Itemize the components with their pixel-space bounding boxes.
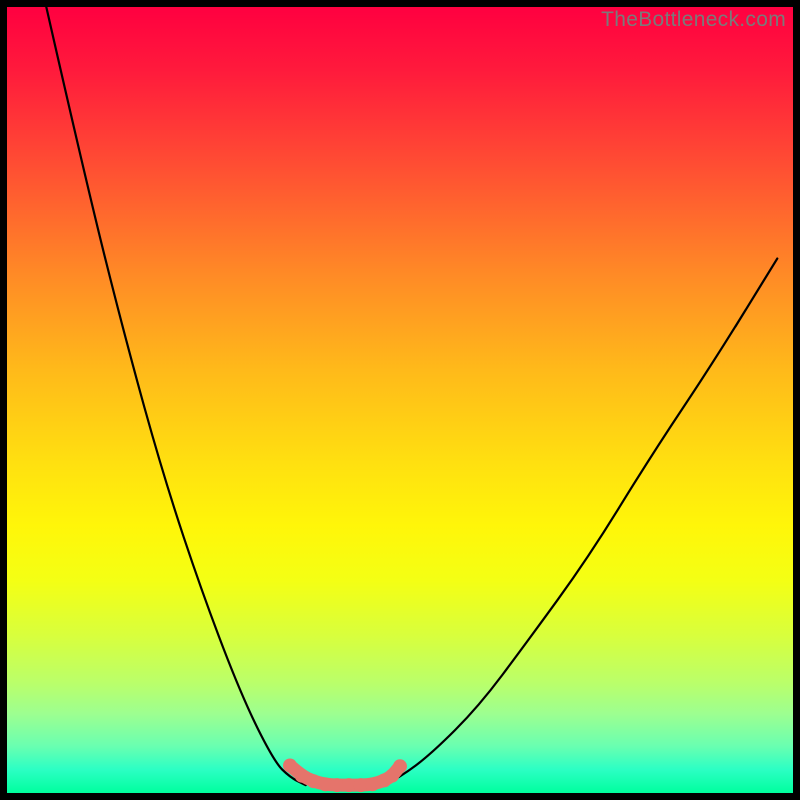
chart-frame: TheBottleneck.com [0,0,800,800]
bottom-marker-dots [283,758,407,792]
watermark-text: TheBottleneck.com [601,8,786,32]
marker-dot [307,774,321,788]
marker-dot [283,758,297,772]
series-group [46,7,777,792]
left-curve-path [46,7,305,785]
chart-svg [0,0,800,800]
marker-dot [393,759,407,773]
right-curve-path [384,259,777,786]
